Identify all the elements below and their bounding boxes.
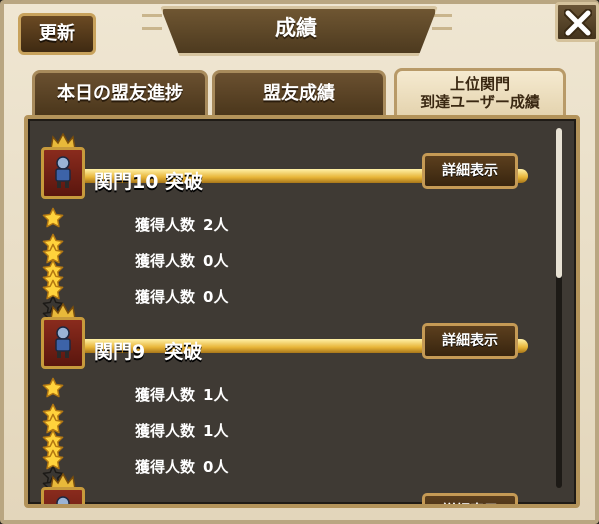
tab-ally-results[interactable]: 盟友成績	[212, 70, 386, 116]
update-button[interactable]: 更新	[18, 13, 96, 55]
banner-ornament-right	[432, 14, 452, 30]
star-filled-icon	[42, 377, 64, 403]
knight-icon	[55, 326, 71, 358]
detail-button[interactable]: 詳細表示	[422, 323, 518, 359]
star-filled-icon	[42, 413, 64, 439]
banner-ornament-left	[142, 14, 162, 30]
row-label: 獲得人数	[135, 288, 196, 306]
close-button[interactable]	[555, 2, 599, 42]
gate-name: 関門9 突破	[94, 341, 203, 363]
page-title: 成績	[275, 16, 317, 40]
row-label: 獲得人数	[135, 386, 196, 404]
star-filled-icon	[42, 243, 64, 269]
gate-name: 関門10 突破	[94, 171, 204, 193]
tab-today-ally-progress[interactable]: 本日の盟友進捗	[32, 70, 208, 116]
tab-top-gate-user-results[interactable]: 上位関門 到達ユーザー成績	[394, 68, 566, 116]
row-count: 1人	[203, 422, 229, 440]
row-label: 獲得人数	[135, 252, 196, 270]
detail-button[interactable]: 詳細表示	[422, 493, 518, 504]
star-filled-icon	[42, 279, 64, 305]
row-count: 0人	[203, 252, 229, 270]
tab-label: 盟友成績	[263, 83, 335, 104]
detail-button[interactable]: 詳細表示	[422, 153, 518, 189]
row-label: 獲得人数	[135, 216, 196, 234]
row-count: 0人	[203, 288, 229, 306]
tab-label-line2: 到達ユーザー成績	[420, 93, 540, 111]
tab-label: 本日の盟友進捗	[57, 83, 183, 104]
star-filled-icon	[42, 207, 64, 233]
tab-label-line1: 上位関門	[449, 75, 510, 93]
row-count: 1人	[203, 386, 229, 404]
row-label: 獲得人数	[135, 458, 196, 476]
scrollbar-thumb[interactable]	[556, 128, 562, 278]
close-icon	[564, 9, 592, 37]
row-label: 獲得人数	[135, 422, 196, 440]
star-filled-icon	[42, 449, 64, 475]
knight-icon	[55, 156, 71, 188]
row-count: 0人	[203, 458, 229, 476]
results-list: 関門10 突破 詳細表示 獲得人数 2人 獲得人数 0人 獲得人数 0人 関門9 突破 詳細表示獲…	[28, 119, 556, 504]
knight-icon	[56, 496, 70, 504]
row-count: 2人	[203, 216, 229, 234]
